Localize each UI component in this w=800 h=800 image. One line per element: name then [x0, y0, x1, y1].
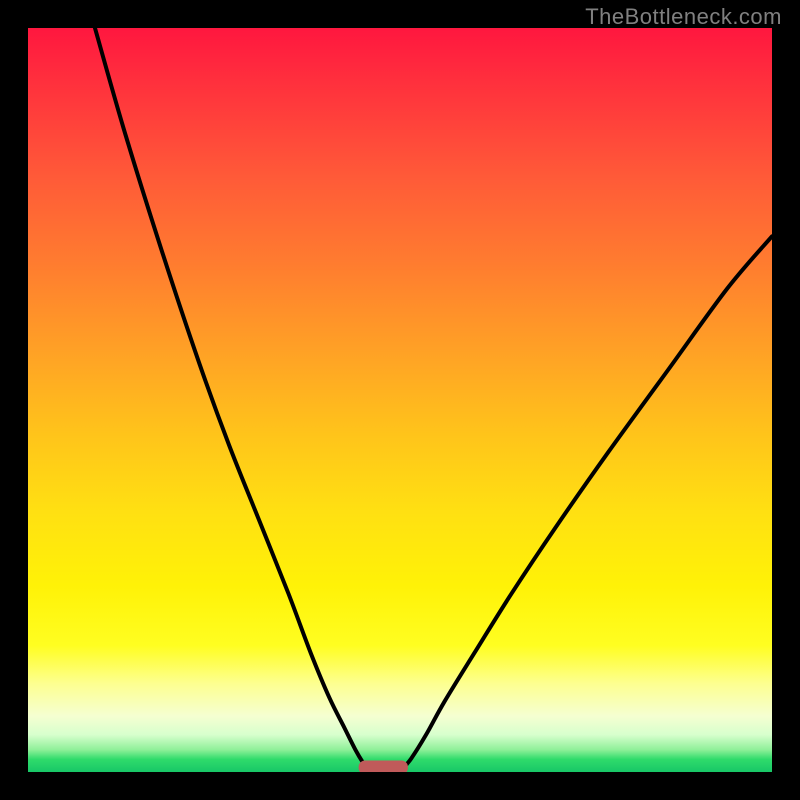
curves-svg [28, 28, 772, 772]
watermark-text: TheBottleneck.com [585, 4, 782, 30]
right-curve [402, 236, 772, 769]
left-curve [95, 28, 368, 769]
chart-container: TheBottleneck.com [0, 0, 800, 800]
optimal-marker [359, 761, 407, 772]
plot-area [28, 28, 772, 772]
